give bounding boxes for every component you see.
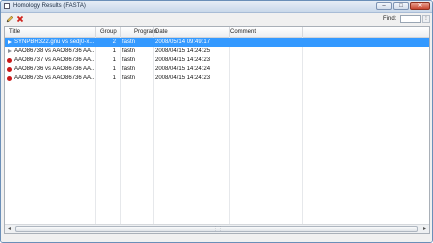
app-icon	[4, 3, 10, 9]
maximize-button[interactable]: □	[393, 2, 409, 10]
table-row[interactable]: AAO86738 vs AAO86736 AA... 1 fastn 2008/…	[5, 47, 429, 56]
cell-group: 1	[112, 57, 116, 63]
delete-x-icon[interactable]	[16, 15, 24, 23]
column-divider[interactable]	[95, 27, 96, 37]
cell-group: 2	[112, 39, 116, 45]
find-input[interactable]	[400, 15, 421, 23]
cell-date: 2008/04/15 14:24:23	[155, 75, 211, 81]
table-row[interactable]: AAO86736 vs AAO86736 AA... 1 fastn 2008/…	[5, 65, 429, 74]
scroll-right-arrow-icon[interactable]: ▸	[420, 225, 429, 233]
find-options-icon[interactable]: ⁝	[422, 15, 430, 23]
cell-program: fastn	[122, 75, 136, 81]
red-status-dot-icon	[7, 76, 12, 81]
pencil-glyph	[6, 15, 14, 23]
cell-title: AAO86738 vs AAO86736 AA...	[14, 48, 94, 54]
cell-program: fastn	[122, 48, 136, 54]
homology-results-window: Homology Results (FASTA) – □ ✕ Find: ⁝ T…	[0, 0, 433, 243]
expand-triangle-icon[interactable]	[8, 49, 12, 53]
status-bar	[1, 235, 432, 242]
minimize-button[interactable]: –	[376, 2, 392, 10]
expand-triangle-icon[interactable]	[8, 40, 12, 44]
cell-program: fastn	[122, 39, 136, 45]
table-row[interactable]: SYNPBR322.gnu vs sed[0-x... 2 fastn 2008…	[5, 38, 429, 47]
cell-date: 2008/05/14 09:49:17	[155, 39, 211, 45]
column-divider[interactable]	[120, 27, 121, 37]
scroll-left-arrow-icon[interactable]: ◂	[5, 225, 14, 233]
cell-date: 2008/04/15 14:24:25	[155, 48, 211, 54]
cell-title: AAO86737 vs AAO86736 AA...	[14, 57, 94, 63]
cell-title: AAO86736 vs AAO86736 AA...	[14, 66, 94, 72]
table-row[interactable]: AAO86737 vs AAO86736 AA... 1 fastn 2008/…	[5, 56, 429, 65]
table-row[interactable]: AAO86735 vs AAO86736 AA... 1 fastn 2008/…	[5, 74, 429, 83]
window-title: Homology Results (FASTA)	[13, 3, 86, 9]
column-divider[interactable]	[153, 27, 154, 37]
column-header-comment[interactable]: Comment	[230, 29, 256, 35]
red-status-dot-icon	[7, 67, 12, 72]
scrollbar-thumb[interactable]: ⋮⋮	[15, 226, 418, 232]
cell-title: AAO86735 vs AAO86736 AA...	[14, 75, 94, 81]
cell-date: 2008/04/15 14:24:23	[155, 57, 211, 63]
column-divider[interactable]	[302, 27, 303, 37]
title-bar[interactable]: Homology Results (FASTA) – □ ✕	[1, 1, 432, 13]
cell-group: 1	[112, 48, 116, 54]
cell-date: 2008/04/15 14:24:24	[155, 66, 211, 72]
column-header-date[interactable]: Date	[155, 29, 168, 35]
table-header: Title Group Program Date Comment	[5, 27, 429, 38]
toolbar: Find: ⁝	[1, 13, 432, 25]
thumb-grip-icon: ⋮⋮	[213, 226, 223, 232]
pencil-icon[interactable]	[6, 15, 14, 23]
column-header-title[interactable]: Title	[9, 29, 20, 35]
find-label: Find:	[383, 16, 397, 22]
cell-program: fastn	[122, 57, 136, 63]
cell-group: 1	[112, 66, 116, 72]
cell-program: fastn	[122, 66, 136, 72]
delete-glyph	[16, 15, 24, 23]
horizontal-scrollbar[interactable]: ◂ ⋮⋮ ▸	[5, 224, 429, 233]
close-button[interactable]: ✕	[410, 2, 430, 10]
cell-title: SYNPBR322.gnu vs sed[0-x...	[14, 39, 94, 45]
column-header-group[interactable]: Group	[100, 29, 117, 35]
results-table: Title Group Program Date Comment SYNPBR3…	[4, 26, 430, 234]
red-status-dot-icon	[7, 58, 12, 63]
cell-group: 1	[112, 75, 116, 81]
